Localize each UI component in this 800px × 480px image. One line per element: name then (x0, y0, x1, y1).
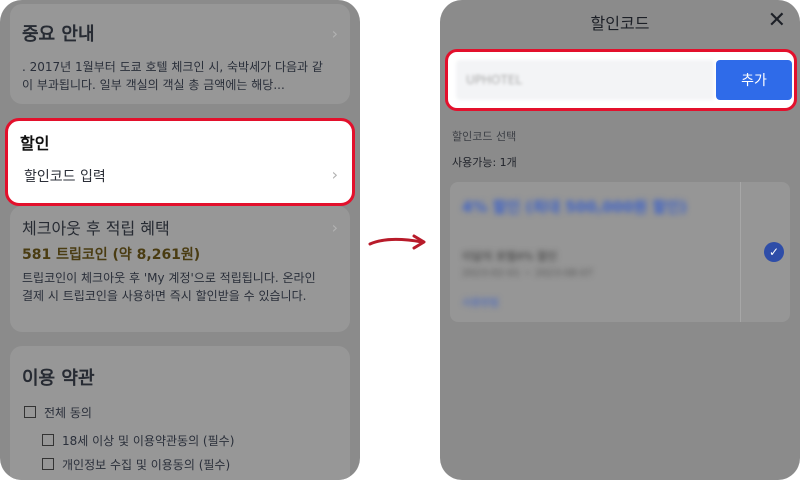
coupon-usage-link[interactable]: 사용방법 (462, 294, 499, 309)
age-terms-label: 18세 이상 및 이용약관동의 (필수) (62, 434, 235, 448)
checkbox-icon (42, 434, 54, 446)
privacy-checkbox[interactable]: 개인정보 수집 및 이용동의 (필수) (42, 456, 230, 473)
reward-card[interactable]: 체크아웃 후 적립 혜택 › 581 트립코인 (약 8,261원) 트립코인이… (10, 206, 350, 332)
agree-all-label: 전체 동의 (44, 406, 92, 420)
coupon-description: 이달의 호텔4% 할인 (462, 250, 558, 263)
chevron-right-icon: › (331, 24, 338, 43)
screen-title: 할인코드 (590, 14, 650, 33)
enter-discount-code-link[interactable]: 할인코드 입력 (24, 166, 106, 186)
agree-all-checkbox[interactable]: 전체 동의 (24, 404, 92, 421)
arrow-right-icon (368, 234, 426, 250)
reward-title: 체크아웃 후 적립 혜택 (22, 219, 170, 238)
coupon-card[interactable]: 4% 할인 (최대 500,000원 할인) 이달의 호텔4% 할인 2023-… (450, 182, 790, 322)
discount-card[interactable]: 할인 할인코드 입력 › (5, 118, 355, 206)
add-button[interactable]: 추가 (716, 60, 792, 100)
terms-card: 이용 약관 전체 동의 18세 이상 및 이용약관동의 (필수) 개인정보 수집… (10, 346, 350, 480)
reward-body: 트립코인이 체크아웃 후 'My 계정'으로 적립됩니다. 온라인 결제 시 트… (22, 271, 316, 303)
divider (740, 182, 741, 322)
privacy-label: 개인정보 수집 및 이용동의 (필수) (62, 458, 231, 472)
checkout-screen: 중요 안내 › . 2017년 1월부터 도쿄 호텔 체크인 시, 숙박세가 다… (0, 0, 360, 480)
chevron-right-icon: › (331, 218, 338, 237)
chevron-right-icon: › (331, 165, 338, 184)
coupon-expiry: 2023-02-01 ~ 2023-08-07 (462, 268, 593, 279)
select-code-label: 할인코드 선택 (452, 130, 517, 143)
discount-title: 할인 (20, 134, 50, 153)
available-count: 사용가능: 1개 (452, 156, 517, 169)
checkbox-icon (42, 458, 54, 470)
notice-title: 중요 안내 (22, 24, 95, 45)
reward-points: 581 트립코인 (약 8,261원) (22, 247, 201, 263)
age-terms-checkbox[interactable]: 18세 이상 및 이용약관동의 (필수) (42, 432, 234, 449)
checkbox-icon (24, 406, 36, 418)
notice-body: . 2017년 1월부터 도쿄 호텔 체크인 시, 숙박세가 다음과 같이 부과… (22, 60, 323, 92)
discount-code-input[interactable] (456, 60, 714, 100)
important-notice-card[interactable]: 중요 안내 › . 2017년 1월부터 도쿄 호텔 체크인 시, 숙박세가 다… (10, 4, 350, 104)
coupon-title: 4% 할인 (최대 500,000원 할인) (462, 198, 687, 216)
check-circle-icon[interactable]: ✓ (764, 242, 784, 262)
code-input-row: 추가 (445, 49, 797, 111)
terms-title: 이용 약관 (22, 368, 95, 389)
close-icon[interactable]: ✕ (768, 8, 786, 33)
